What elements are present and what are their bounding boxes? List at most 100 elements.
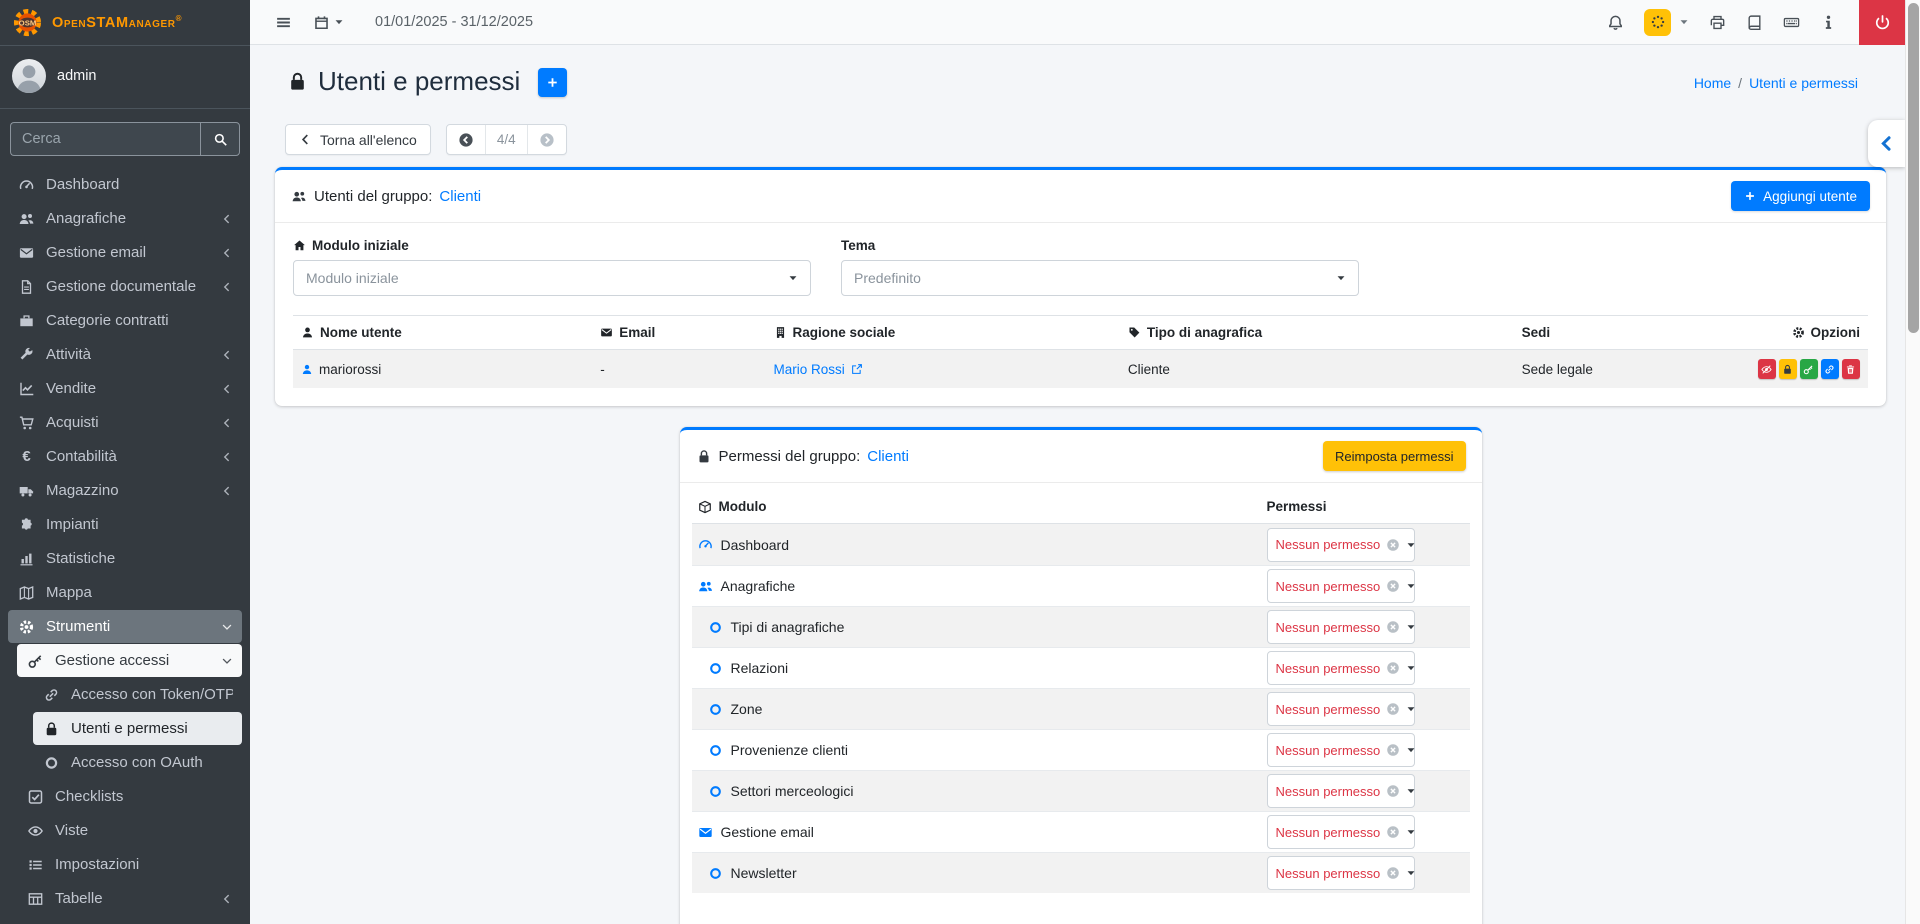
sidebar-item-attivita[interactable]: Attività (8, 338, 242, 371)
status-caret-icon[interactable] (1679, 17, 1689, 27)
remove-permission-icon[interactable] (1386, 661, 1400, 675)
sidebar-item-gestione-email[interactable]: Gestione email (8, 236, 242, 269)
permission-value: Nessun permesso (1276, 537, 1381, 552)
permission-select-settori-merceologici[interactable]: Nessun permesso (1267, 774, 1415, 808)
sidebar-item-anagrafiche[interactable]: Anagrafiche (8, 202, 242, 235)
scrollbar-thumb[interactable] (1908, 3, 1919, 333)
sidebar-item-wrap: Categorie contratti (8, 304, 242, 337)
sidebar-item-accesso-con-token-otp[interactable]: Accesso con Token/OTP (33, 678, 242, 711)
change-password-button[interactable] (1779, 359, 1797, 379)
remove-permission-icon[interactable] (1386, 866, 1400, 880)
username-label[interactable]: admin (57, 68, 97, 84)
search-input[interactable] (10, 122, 200, 156)
circle-icon (708, 743, 723, 758)
disable-user-button[interactable] (1758, 359, 1776, 379)
permission-select-zone[interactable]: Nessun permesso (1267, 692, 1415, 726)
delete-user-button[interactable] (1842, 359, 1860, 379)
sidebar-item-acquisti[interactable]: Acquisti (8, 406, 242, 439)
info-icon[interactable] (1820, 14, 1837, 31)
sidebar-item-vendite[interactable]: Vendite (8, 372, 242, 405)
sidebar-item-tabelle[interactable]: Tabelle (17, 882, 242, 915)
search-button[interactable] (200, 122, 240, 156)
permissions-button[interactable] (1800, 359, 1818, 379)
reset-permissions-button[interactable]: Reimposta permessi (1323, 441, 1466, 471)
column-header-tipo-di-anagrafica[interactable]: Tipo di anagrafica (1120, 316, 1514, 350)
company-link[interactable]: Mario Rossi (774, 362, 863, 377)
sidebar-item-strumenti[interactable]: Strumenti (8, 610, 242, 643)
remove-permission-icon[interactable] (1386, 743, 1400, 757)
token-button[interactable] (1821, 359, 1839, 379)
permission-select-newsletter[interactable]: Nessun permesso (1267, 856, 1415, 890)
caret-down-icon (1406, 540, 1416, 550)
page-scrollbar (1905, 0, 1920, 924)
notifications-icon[interactable] (1607, 14, 1624, 31)
column-header-email[interactable]: Email (592, 316, 765, 350)
column-header-nome-utente[interactable]: Nome utente (293, 316, 592, 350)
sidebar-item-categorie-contratti[interactable]: Categorie contratti (8, 304, 242, 337)
column-header-sedi[interactable]: Sedi (1514, 316, 1750, 350)
column-header-opzioni[interactable]: Opzioni (1750, 316, 1868, 350)
print-icon[interactable] (1709, 14, 1726, 31)
theme-select[interactable]: Predefinito (841, 260, 1359, 296)
permission-select-dashboard[interactable]: Nessun permesso (1267, 528, 1415, 562)
manual-icon[interactable] (1746, 14, 1763, 31)
keyboard-shortcuts-icon[interactable] (1783, 14, 1800, 31)
brand[interactable]: OSM OpenSTAManager® (0, 0, 250, 46)
module-label-provenienze-clienti: Provenienze clienti (698, 742, 1267, 758)
lock-icon (42, 721, 61, 737)
remove-permission-icon[interactable] (1386, 579, 1400, 593)
permission-row: Gestione emailNessun permesso (692, 811, 1470, 852)
permission-select-gestione-email[interactable]: Nessun permesso (1267, 815, 1415, 849)
add-user-button[interactable]: Aggiungi utente (1731, 181, 1870, 211)
breadcrumb-current-link[interactable]: Utenti e permessi (1749, 75, 1858, 91)
sidebar-item-checklists[interactable]: Checklists (17, 780, 242, 813)
file-icon (17, 279, 36, 295)
sidebar-item-impianti[interactable]: Impianti (8, 508, 242, 541)
period-picker[interactable] (313, 14, 344, 31)
remove-permission-icon[interactable] (1386, 702, 1400, 716)
chevron-left-icon (221, 383, 233, 395)
sidebar-toggle-icon[interactable] (275, 14, 292, 31)
sidebar-item-statistiche[interactable]: Statistiche (8, 542, 242, 575)
permission-select-tipi-di-anagrafiche[interactable]: Nessun permesso (1267, 610, 1415, 644)
sidebar-item-contabilita[interactable]: €Contabilità (8, 440, 242, 473)
column-header-ragione-sociale[interactable]: Ragione sociale (766, 316, 1120, 350)
logout-icon[interactable] (1859, 0, 1905, 45)
sidebar-item-label: Statistiche (46, 550, 233, 567)
sidebar-item-gestione-accessi[interactable]: Gestione accessi (17, 644, 242, 677)
sidebar-item-impostazioni[interactable]: Impostazioni (17, 848, 242, 881)
sidebar-item-label: Acquisti (46, 414, 211, 431)
remove-permission-icon[interactable] (1386, 784, 1400, 798)
next-record-button[interactable] (528, 125, 566, 154)
sidebar-item-viste[interactable]: Viste (17, 814, 242, 847)
module-select[interactable]: Modulo iniziale (293, 260, 811, 296)
group-link[interactable]: Clienti (867, 448, 909, 465)
sidebar-item-utenti-e-permessi[interactable]: Utenti e permessi (33, 712, 242, 745)
sidebar-item-dashboard[interactable]: Dashboard (8, 168, 242, 201)
sidebar-item-gestione-documentale[interactable]: Gestione documentale (8, 270, 242, 303)
user-icon (301, 363, 313, 376)
permission-select-provenienze-clienti[interactable]: Nessun permesso (1267, 733, 1415, 767)
status-widget-icon[interactable] (1644, 9, 1671, 36)
avatar[interactable] (12, 59, 46, 93)
permission-select-relazioni[interactable]: Nessun permesso (1267, 651, 1415, 685)
back-to-list-button[interactable]: Torna all'elenco (285, 124, 431, 155)
chevron-down-icon (221, 621, 233, 633)
link-icon (42, 687, 61, 703)
prev-record-button[interactable] (447, 125, 486, 154)
module-label-relazioni: Relazioni (698, 660, 1267, 676)
date-range-label[interactable]: 01/01/2025 - 31/12/2025 (375, 14, 533, 30)
group-link[interactable]: Clienti (439, 188, 481, 205)
plugin-panel-toggle[interactable] (1868, 120, 1905, 167)
registered-mark: ® (176, 14, 183, 23)
sidebar-item-mappa[interactable]: Mappa (8, 576, 242, 609)
new-record-button[interactable] (538, 68, 567, 97)
remove-permission-icon[interactable] (1386, 620, 1400, 634)
remove-permission-icon[interactable] (1386, 825, 1400, 839)
sidebar-item-magazzino[interactable]: Magazzino (8, 474, 242, 507)
permission-select-anagrafiche[interactable]: Nessun permesso (1267, 569, 1415, 603)
breadcrumb-home-link[interactable]: Home (1694, 75, 1731, 91)
sidebar-item-wrap: Mappa (8, 576, 242, 609)
remove-permission-icon[interactable] (1386, 538, 1400, 552)
sidebar-item-accesso-con-oauth[interactable]: Accesso con OAuth (33, 746, 242, 779)
